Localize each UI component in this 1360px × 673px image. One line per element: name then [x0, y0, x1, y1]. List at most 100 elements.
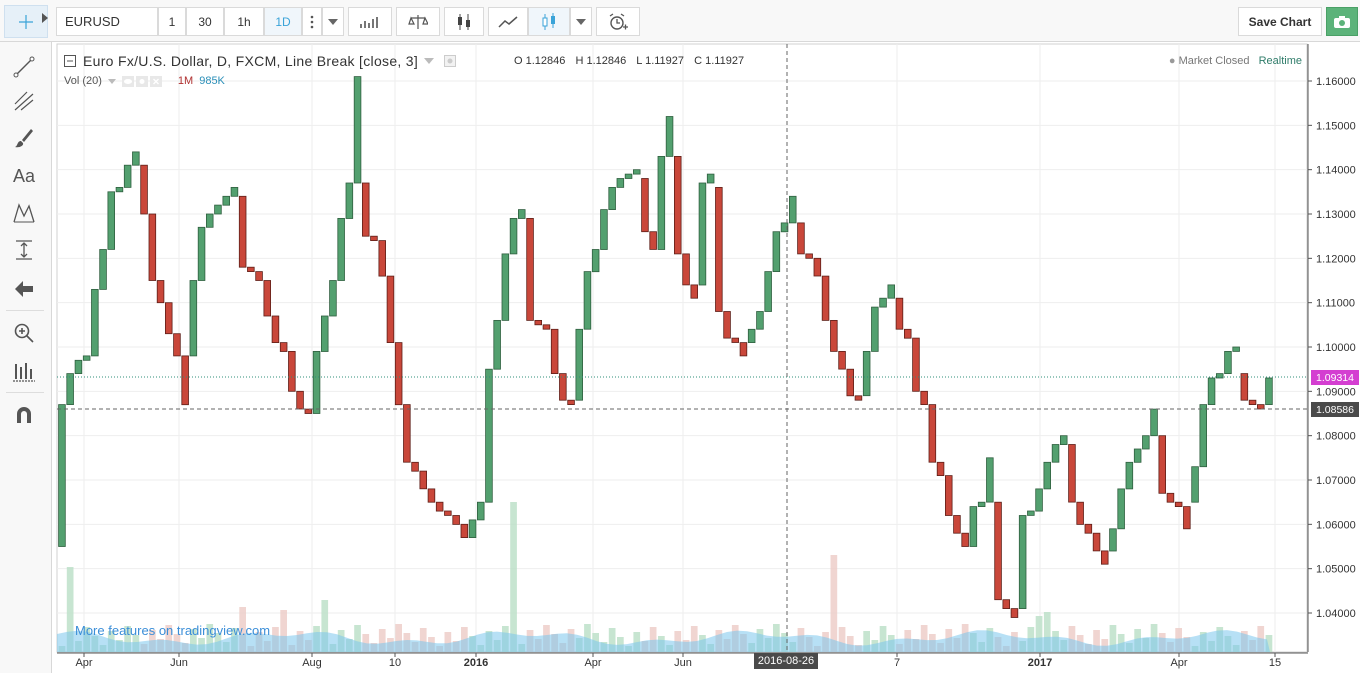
brick-up [320, 315, 329, 352]
magnet-tool[interactable] [6, 399, 42, 431]
volume-bar [559, 643, 567, 652]
price-tick-label: 1.04000 [1316, 608, 1356, 620]
brick-down [1166, 492, 1175, 503]
volume-bar [707, 644, 714, 652]
volume-bar [1093, 630, 1100, 652]
volume-bar [814, 646, 821, 652]
text-tool[interactable]: Aa [6, 160, 42, 192]
brush-tool[interactable] [6, 122, 42, 154]
volume-bar [91, 636, 99, 652]
brick-down [805, 253, 813, 259]
alert-button[interactable] [596, 7, 640, 36]
compare-button[interactable] [396, 7, 440, 36]
brick-down [912, 337, 920, 392]
candles-style-button[interactable] [444, 7, 484, 36]
volume-bar [157, 639, 164, 652]
price-tick-label: 1.07000 [1316, 475, 1356, 487]
trend-line-tool[interactable] [6, 51, 42, 83]
interval-1h-button[interactable]: 1h [224, 7, 264, 36]
volume-bar [411, 642, 419, 652]
volume-bar [805, 637, 813, 652]
brick-down [1010, 608, 1019, 618]
brick-down [559, 373, 567, 401]
brick-down [444, 510, 452, 516]
zoom-in-tool[interactable] [6, 317, 42, 349]
volume-bar [567, 629, 575, 652]
brick-down [435, 501, 444, 512]
interval-30-button[interactable]: 30 [186, 7, 224, 36]
volume-bar [1011, 632, 1018, 652]
measure-bars-tool[interactable] [6, 356, 42, 388]
low-value: 1.11927 [645, 55, 685, 67]
measure-tool[interactable] [6, 234, 42, 266]
volume-bar [485, 631, 493, 652]
price-tick-label: 1.10000 [1316, 342, 1356, 354]
save-chart-button[interactable]: Save Chart [1238, 7, 1322, 36]
brick-up [205, 213, 214, 228]
volume-bar [534, 639, 542, 652]
volume-bar [584, 624, 591, 652]
line-break-style-button[interactable] [528, 7, 570, 36]
brush-icon [15, 129, 33, 148]
time-tick-label: Apr [1170, 657, 1187, 669]
brick-up [887, 284, 896, 299]
time-tick-label: 7 [894, 657, 900, 669]
brick-down [994, 501, 1002, 601]
brick-down [526, 217, 534, 321]
chevron-down-icon[interactable] [107, 78, 116, 84]
brick-up [583, 271, 592, 330]
crosshair-dropdown-arrow[interactable] [42, 10, 48, 28]
gear-icon[interactable] [135, 75, 148, 87]
interval-label: 1 [168, 14, 176, 29]
volume-bar [444, 632, 452, 652]
status-dot-icon: ● [1168, 55, 1176, 67]
eye-icon[interactable] [121, 75, 134, 87]
promo-link[interactable]: More features on tradingview.com [75, 623, 270, 638]
volume-bar [1126, 643, 1133, 652]
realtime-label: Realtime [1258, 55, 1302, 67]
volume-bar [600, 642, 608, 652]
market-status-text: Market Closed [1178, 55, 1250, 67]
symbol-input[interactable]: EURUSD [56, 7, 158, 36]
brick-up [1027, 510, 1035, 516]
text-aa-icon: Aa [12, 165, 36, 186]
volume-bar [337, 630, 345, 652]
volume-bar [280, 610, 287, 652]
collapse-legend-icon[interactable] [64, 55, 76, 67]
snapshot-button[interactable] [1326, 7, 1358, 36]
volume-bar [592, 633, 599, 652]
brick-down [403, 404, 411, 463]
volume-bar [1191, 646, 1199, 652]
arrow-left-icon [15, 281, 33, 297]
brick-up [756, 311, 764, 330]
line-break-icon [542, 12, 555, 30]
brick-up [1035, 488, 1043, 512]
interval-dropdown-button[interactable] [322, 7, 344, 36]
volume-bar [263, 641, 271, 652]
chart-style-dropdown[interactable] [570, 7, 592, 36]
volume-bar [436, 646, 443, 652]
price-chart[interactable]: 1.16000 1.15000 1.14000 1.13000 1.12000 1.110… [0, 0, 1360, 673]
volume-bar [838, 627, 846, 652]
interval-1d-button[interactable]: 1D [264, 7, 302, 36]
brick-down [739, 342, 748, 357]
price-tick-label: 1.15000 [1316, 120, 1356, 132]
pitchfork-tool[interactable] [6, 85, 42, 117]
remove-drawings-tool[interactable] [6, 273, 42, 305]
more-intervals-button[interactable] [302, 7, 322, 36]
chevron-down-icon[interactable] [424, 58, 435, 64]
brick-down [895, 297, 904, 330]
volume-legend-controls[interactable] [121, 75, 162, 87]
brick-up [1018, 515, 1027, 609]
brick-down [378, 240, 386, 277]
bars-ruler-icon [13, 363, 35, 382]
interval-1-button[interactable]: 1 [158, 7, 186, 36]
pattern-tool[interactable] [6, 197, 42, 229]
brick-down [550, 328, 559, 374]
line-style-button[interactable] [488, 7, 528, 36]
indicators-button[interactable] [348, 7, 392, 36]
brick-down [1002, 599, 1011, 610]
close-icon[interactable] [149, 75, 162, 87]
settings-icon[interactable] [444, 55, 457, 67]
brick-down [247, 266, 255, 273]
